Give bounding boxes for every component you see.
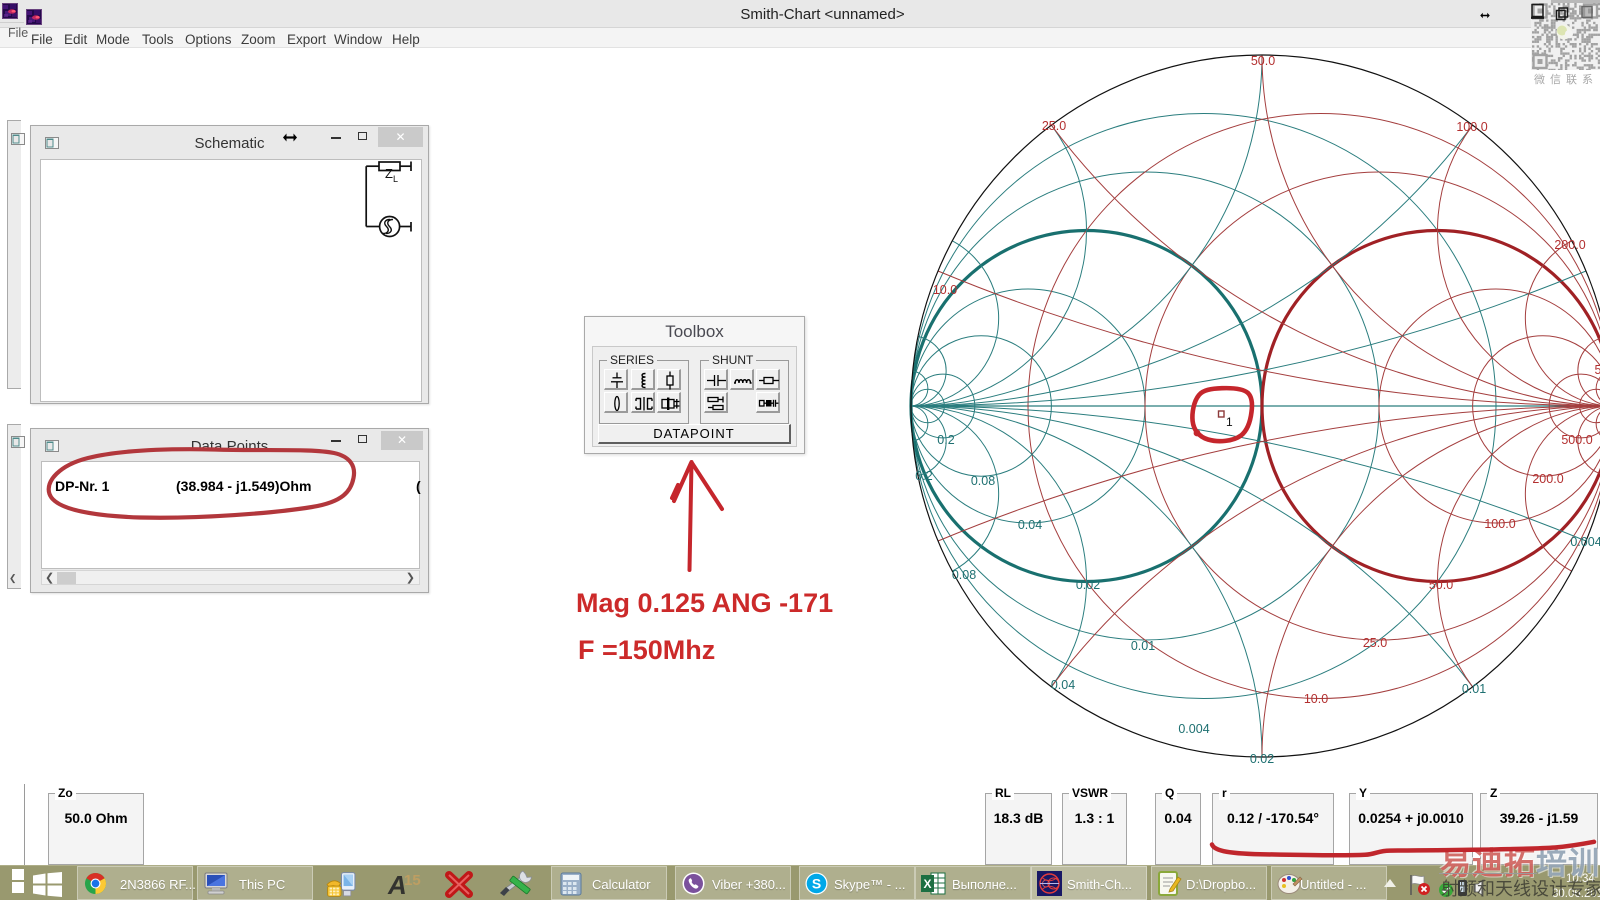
svg-text:5: 5: [1595, 363, 1600, 377]
svg-text:10.0: 10.0: [1304, 692, 1328, 706]
svg-text:1: 1: [1226, 415, 1233, 429]
svg-text:50.0: 50.0: [1251, 54, 1275, 68]
svg-text:0.004: 0.004: [1570, 535, 1600, 549]
svg-text:0.004: 0.004: [1178, 722, 1209, 736]
svg-text:0.2: 0.2: [937, 433, 954, 447]
svg-text:10.0: 10.0: [933, 283, 957, 297]
svg-text:0.02: 0.02: [1250, 752, 1274, 766]
svg-text:0.04: 0.04: [1018, 518, 1042, 532]
svg-text:0.01: 0.01: [1131, 639, 1155, 653]
svg-text:X: X: [923, 877, 931, 891]
svg-text:S: S: [812, 876, 821, 892]
svg-text:0.08: 0.08: [952, 568, 976, 582]
svg-text:0.2: 0.2: [915, 469, 932, 483]
svg-text:25.0: 25.0: [1363, 636, 1387, 650]
svg-text:500.0: 500.0: [1561, 433, 1592, 447]
svg-text:25.0: 25.0: [1042, 119, 1066, 133]
svg-text:100.0: 100.0: [1456, 120, 1487, 134]
svg-text:Z: Z: [385, 166, 393, 181]
svg-text:50.0: 50.0: [1429, 578, 1453, 592]
svg-text:200.0: 200.0: [1554, 238, 1585, 252]
svg-text:L: L: [393, 174, 398, 184]
svg-text:0.01: 0.01: [1462, 682, 1486, 696]
svg-text:0.08: 0.08: [971, 474, 995, 488]
svg-text:200.0: 200.0: [1532, 472, 1563, 486]
svg-text:100.0: 100.0: [1484, 517, 1515, 531]
svg-text:0.04: 0.04: [1051, 678, 1075, 692]
svg-text:0.02: 0.02: [1076, 578, 1100, 592]
